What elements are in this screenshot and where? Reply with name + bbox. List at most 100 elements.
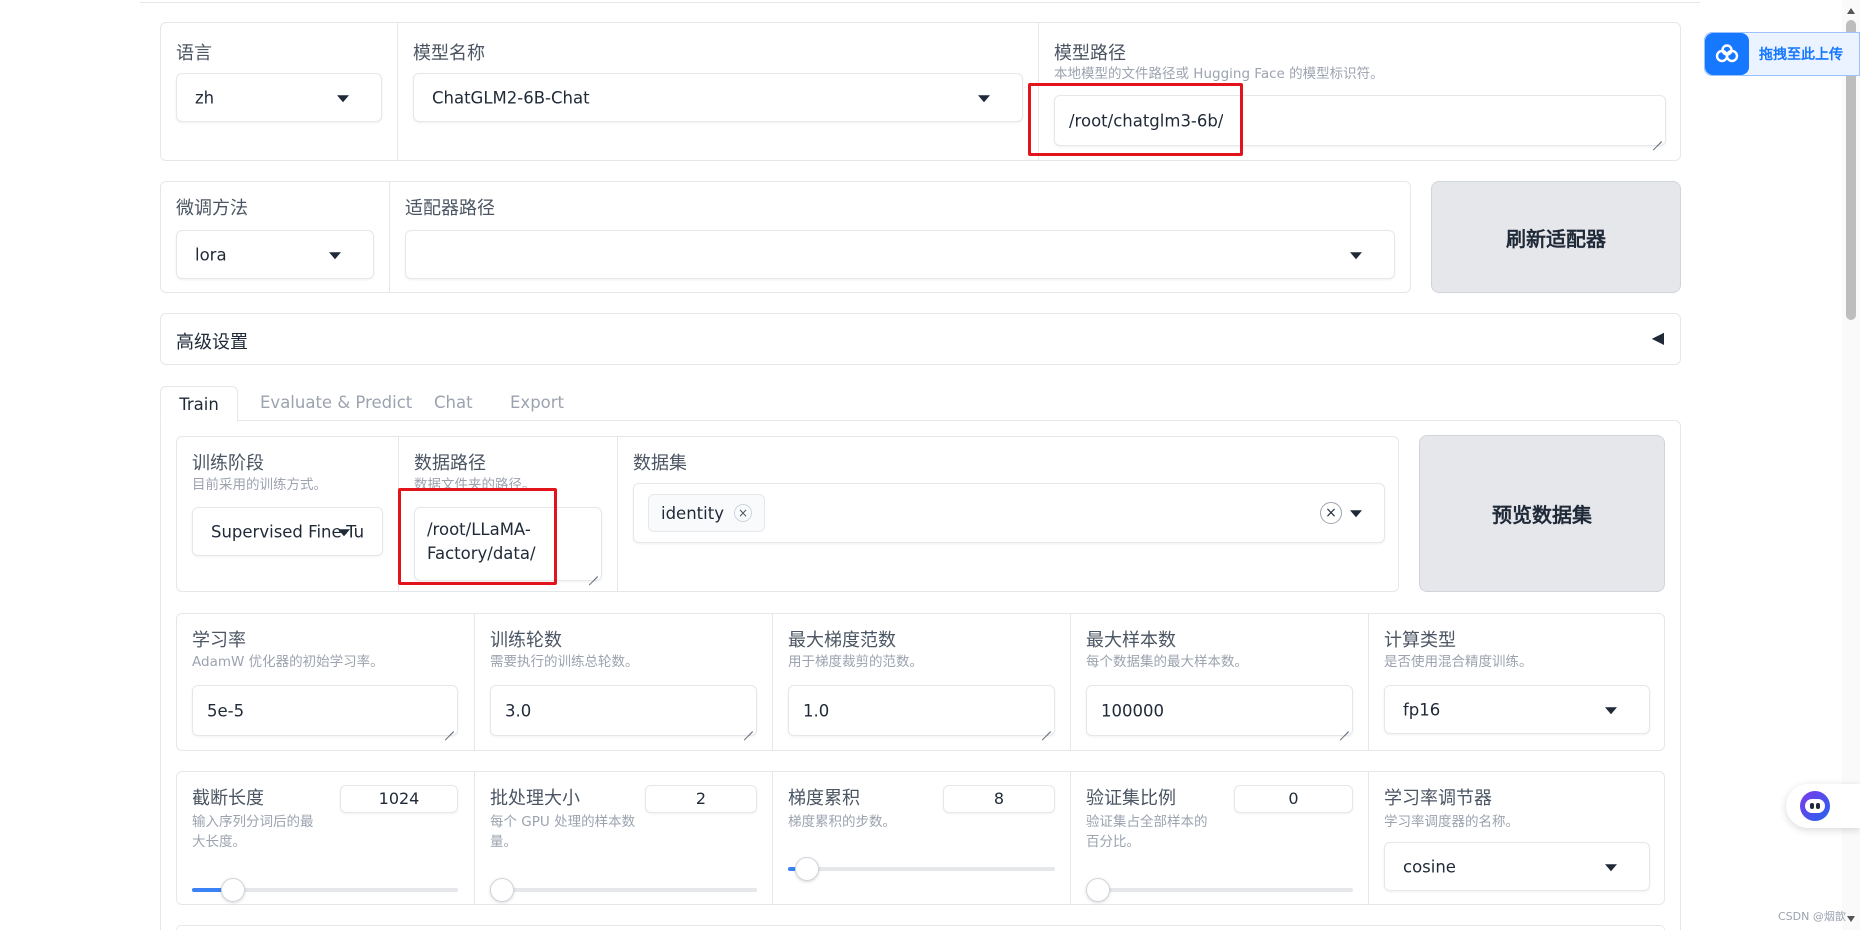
cutoff-slider[interactable] xyxy=(192,878,458,902)
model-path-info: 本地模型的文件路径或 Hugging Face 的模型标识符。 xyxy=(1054,66,1384,82)
chevron-down-icon xyxy=(1350,510,1362,518)
val-size-number-input[interactable]: 0 xyxy=(1234,785,1353,813)
lr-cell: 学习率 AdamW 优化器的初始学习率。 5e-5 xyxy=(177,614,474,750)
chevron-down-icon xyxy=(1605,863,1617,871)
slider-thumb[interactable] xyxy=(490,878,514,902)
clear-selection-icon[interactable]: × xyxy=(1320,502,1342,524)
tab-chat-label: Chat xyxy=(434,393,473,412)
compute-type-dropdown[interactable]: fp16 xyxy=(1384,685,1650,734)
language-label: 语言 xyxy=(176,43,212,64)
max-samples-info: 每个数据集的最大样本数。 xyxy=(1086,654,1248,670)
slider-track[interactable] xyxy=(788,867,1055,871)
batch-info-line-1: 每个 GPU 处理的样本数 xyxy=(490,814,636,830)
advanced-settings-accordion[interactable]: 高级设置 ◀ xyxy=(160,313,1681,365)
tab-evaluate-predict[interactable]: Evaluate & Predict xyxy=(260,385,412,421)
compute-type-cell: 计算类型 是否使用混合精度训练。 fp16 xyxy=(1368,614,1664,750)
data-path-label: 数据路径 xyxy=(414,453,486,474)
batch-size-cell: 批处理大小 2 每个 GPU 处理的样本数 量。 xyxy=(474,772,772,904)
dataset-tag: identity × xyxy=(648,494,765,532)
tab-train-label: Train xyxy=(179,395,219,414)
model-name-dropdown[interactable]: ChatGLM2-6B-Chat xyxy=(413,73,1023,122)
resize-grip-icon xyxy=(743,722,753,732)
max-samples-cell: 最大样本数 每个数据集的最大样本数。 100000 xyxy=(1070,614,1368,750)
stage-info: 目前采用的训练方式。 xyxy=(192,477,327,493)
grad-accum-slider[interactable] xyxy=(788,857,1055,881)
max-samples-input[interactable]: 100000 xyxy=(1086,685,1353,736)
slider-thumb[interactable] xyxy=(1086,878,1110,902)
grad-norm-value: 1.0 xyxy=(803,701,830,720)
model-name-value: ChatGLM2-6B-Chat xyxy=(432,88,590,107)
method-cell: 微调方法 lora xyxy=(161,182,389,292)
grad-accum-info: 梯度累积的步数。 xyxy=(788,814,896,830)
batch-size-label: 批处理大小 xyxy=(490,788,580,809)
lr-input[interactable]: 5e-5 xyxy=(192,685,458,736)
slider-thumb[interactable] xyxy=(221,878,246,902)
method-label: 微调方法 xyxy=(176,198,248,219)
grad-accum-number-input[interactable]: 8 xyxy=(943,785,1055,813)
advanced-label: 高级设置 xyxy=(176,332,248,353)
stage-cell: 训练阶段 目前采用的训练方式。 Supervised Fine-Tur xyxy=(177,437,398,591)
dataset-label: 数据集 xyxy=(633,453,687,474)
dataset-multiselect[interactable]: identity × × xyxy=(633,483,1385,543)
cutoff-number-input[interactable]: 1024 xyxy=(340,785,458,813)
language-dropdown[interactable]: zh xyxy=(176,73,382,122)
resize-grip-icon xyxy=(444,722,454,732)
adapter-dropdown[interactable] xyxy=(405,230,1395,279)
slider-track[interactable] xyxy=(1086,888,1353,892)
method-dropdown[interactable]: lora xyxy=(176,230,374,279)
grad-accum-label: 梯度累积 xyxy=(788,788,860,809)
finetune-row: 微调方法 lora 适配器路径 xyxy=(160,181,1411,293)
cutoff-info-line-1: 输入序列分词后的最 xyxy=(192,814,314,830)
lr-scheduler-cell: 学习率调节器 学习率调度器的名称。 cosine xyxy=(1368,772,1664,904)
highlight-data-path xyxy=(398,488,557,585)
drag-upload-widget[interactable]: 拖拽至此上传 xyxy=(1704,32,1860,76)
train-data-row: 训练阶段 目前采用的训练方式。 Supervised Fine-Tur 数据路径… xyxy=(176,436,1399,592)
grad-norm-input[interactable]: 1.0 xyxy=(788,685,1055,736)
preview-dataset-button[interactable]: 预览数据集 xyxy=(1419,435,1665,592)
val-info-line-2: 百分比。 xyxy=(1086,834,1140,850)
cutoff-info-line-2: 大长度。 xyxy=(192,834,246,850)
max-samples-label: 最大样本数 xyxy=(1086,630,1176,651)
batch-size-info: 每个 GPU 处理的样本数 量。 xyxy=(490,812,635,852)
scroll-down-arrow-icon[interactable] xyxy=(1847,916,1855,922)
batch-info-line-2: 量。 xyxy=(490,834,517,850)
assistant-bubble[interactable] xyxy=(1786,784,1860,828)
chevron-down-icon xyxy=(1605,706,1617,714)
batch-size-number-input[interactable]: 2 xyxy=(645,785,757,813)
tab-chat[interactable]: Chat xyxy=(434,385,473,421)
next-section-edge xyxy=(176,925,1665,930)
grad-accum-cell: 梯度累积 8 梯度累积的步数。 xyxy=(772,772,1070,904)
stage-dropdown[interactable]: Supervised Fine-Tur xyxy=(192,507,383,556)
model-name-label: 模型名称 xyxy=(413,43,485,64)
scroll-up-arrow-icon[interactable] xyxy=(1847,8,1855,14)
lr-scheduler-label: 学习率调节器 xyxy=(1384,788,1492,809)
tab-export-label: Export xyxy=(510,393,565,412)
stage-label: 训练阶段 xyxy=(192,453,264,474)
compute-type-label: 计算类型 xyxy=(1384,630,1456,651)
val-size-slider[interactable] xyxy=(1086,878,1353,902)
resize-grip-icon xyxy=(1339,722,1349,732)
remove-tag-icon[interactable]: × xyxy=(733,504,752,522)
slider-thumb[interactable] xyxy=(795,857,820,881)
batch-size-slider[interactable] xyxy=(490,878,757,902)
compute-type-value: fp16 xyxy=(1403,700,1441,719)
lr-scheduler-dropdown[interactable]: cosine xyxy=(1384,842,1650,891)
cloud-upload-icon xyxy=(1705,33,1749,75)
resize-grip-icon xyxy=(1041,722,1051,732)
tab-export[interactable]: Export xyxy=(510,385,564,421)
val-info-line-1: 验证集占全部样本的 xyxy=(1086,814,1208,830)
tab-train[interactable]: Train xyxy=(160,386,238,422)
grad-norm-info: 用于梯度裁剪的范数。 xyxy=(788,654,923,670)
epochs-input[interactable]: 3.0 xyxy=(490,685,757,736)
language-cell: 语言 zh xyxy=(161,23,397,160)
chevron-down-icon xyxy=(337,94,349,102)
adapter-cell: 适配器路径 xyxy=(389,182,1410,292)
grad-norm-cell: 最大梯度范数 用于梯度裁剪的范数。 1.0 xyxy=(772,614,1070,750)
slider-track[interactable] xyxy=(490,888,757,892)
refresh-adapter-button[interactable]: 刷新适配器 xyxy=(1431,181,1681,293)
model-path-label: 模型路径 xyxy=(1054,43,1126,64)
model-row: 语言 zh 模型名称 ChatGLM2-6B-Chat 模型路径 本地模型的文件… xyxy=(160,22,1681,161)
lr-scheduler-value: cosine xyxy=(1403,857,1456,876)
watermark: CSDN @烟歆 xyxy=(1778,910,1846,923)
language-value: zh xyxy=(195,88,215,107)
